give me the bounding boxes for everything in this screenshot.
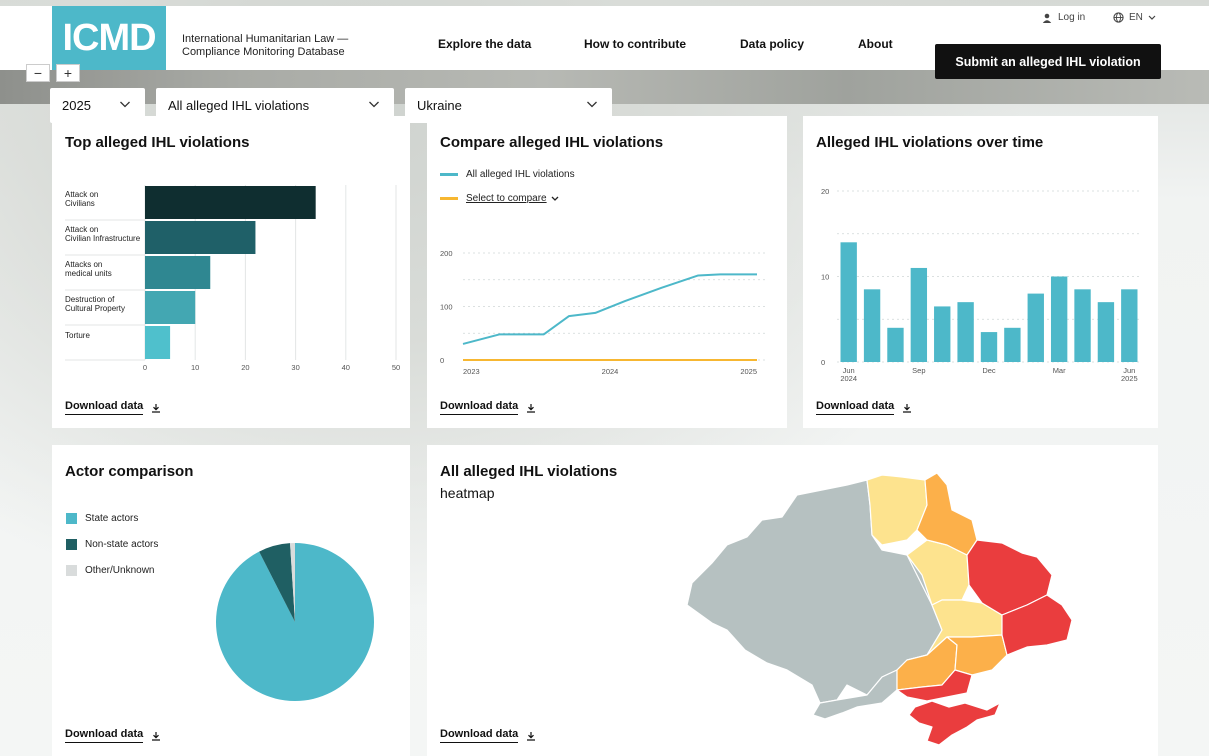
download-label: Download data <box>440 400 519 415</box>
x-tick-sublabel: 2025 <box>1121 374 1138 383</box>
y-tick-label: 20 <box>821 187 829 196</box>
download-label: Download data <box>65 400 144 415</box>
download-label: Download data <box>440 728 519 743</box>
compare-download[interactable]: Download data <box>440 400 536 415</box>
download-icon <box>152 403 161 413</box>
nav-data-policy[interactable]: Data policy <box>740 37 804 51</box>
bar <box>887 327 904 362</box>
heatmap-card: All alleged IHL violations heatmap Downl… <box>427 445 1158 756</box>
actor-pie-chart <box>216 543 375 701</box>
compare-card: Compare alleged IHL violations All alleg… <box>427 116 787 428</box>
login-label: Log in <box>1058 12 1086 23</box>
chevron-down-icon <box>587 101 597 108</box>
region-chernihiv[interactable] <box>866 474 928 546</box>
download-icon <box>903 403 912 413</box>
bar <box>1074 289 1091 362</box>
chevron-down-icon <box>120 101 130 108</box>
bar <box>145 256 211 289</box>
region-zaporizhzhia[interactable] <box>946 634 1008 676</box>
bar <box>145 326 171 359</box>
bar <box>1097 302 1115 362</box>
nav-about[interactable]: About <box>858 37 893 51</box>
x-tick-label: 0 <box>143 363 147 372</box>
bar <box>145 221 256 254</box>
bar <box>1050 276 1068 362</box>
bar <box>957 302 974 362</box>
chevron-down-icon <box>1148 15 1156 20</box>
x-tick-label: 20 <box>241 363 249 372</box>
zoom-in-button[interactable]: + <box>56 64 80 82</box>
user-icon <box>1042 13 1052 23</box>
category-label: Civilian Infrastructure <box>65 234 141 243</box>
y-tick-label: 200 <box>440 249 453 258</box>
x-tick-label: Dec <box>982 366 996 375</box>
language-label: EN <box>1129 12 1143 23</box>
zoom-out-button[interactable]: − <box>26 64 50 82</box>
download-label: Download data <box>816 400 895 415</box>
y-tick-label: 0 <box>821 358 825 367</box>
category-label: Civilians <box>65 199 95 208</box>
language-selector[interactable]: EN <box>1113 12 1156 23</box>
bar <box>145 186 316 219</box>
x-tick-label: 2024 <box>602 367 619 376</box>
globe-icon <box>1113 12 1124 23</box>
over-time-card: Alleged IHL violations over time 0 10 20 Ju… <box>803 116 1158 428</box>
icmd-logo[interactable]: ICMD <box>52 6 166 70</box>
bar <box>1121 289 1138 362</box>
bar <box>145 291 196 324</box>
y-tick-label: 100 <box>440 303 453 312</box>
site-tagline: International Humanitarian Law — Complia… <box>182 33 349 58</box>
category-label: Attacks on <box>65 260 102 269</box>
download-icon <box>152 731 161 741</box>
x-tick-label: 50 <box>392 363 400 372</box>
category-label: Cultural Property <box>65 304 125 313</box>
chevron-down-icon <box>369 101 379 108</box>
x-tick-label: Sep <box>912 366 925 375</box>
category-label: Attack on <box>65 225 98 234</box>
top-violations-chart: 0 10 20 30 40 50Attack onCiviliansAttack onCi… <box>65 185 400 372</box>
category-label: Destruction of <box>65 295 115 304</box>
x-tick-label: 2025 <box>740 367 757 376</box>
login-link[interactable]: Log in <box>1042 12 1085 23</box>
download-label: Download data <box>65 728 144 743</box>
region-crimea[interactable] <box>908 700 1001 746</box>
actor-download[interactable]: Download data <box>65 728 161 743</box>
bar <box>910 267 928 362</box>
over-time-download[interactable]: Download data <box>816 400 912 415</box>
x-tick-label: 10 <box>191 363 199 372</box>
download-icon <box>527 403 536 413</box>
country-select-value: Ukraine <box>417 98 462 113</box>
ukraine-heatmap[interactable] <box>427 445 1158 756</box>
bar <box>934 306 951 362</box>
year-select-value: 2025 <box>62 98 91 113</box>
bar <box>840 242 857 362</box>
heatmap-download[interactable]: Download data <box>440 728 536 743</box>
x-tick-label: 40 <box>342 363 350 372</box>
nav-explore-data[interactable]: Explore the data <box>438 37 531 51</box>
submit-violation-button[interactable]: Submit an alleged IHL violation <box>935 44 1161 79</box>
bar <box>863 289 881 362</box>
actor-card: Actor comparison State actors Non-state … <box>52 445 410 756</box>
bar <box>1004 327 1021 362</box>
y-tick-label: 0 <box>440 356 444 365</box>
category-label: medical units <box>65 269 112 278</box>
x-tick-sublabel: 2024 <box>840 374 857 383</box>
violation-type-select-value: All alleged IHL violations <box>168 98 310 113</box>
x-tick-label: 2023 <box>463 367 480 376</box>
top-violations-download[interactable]: Download data <box>65 400 161 415</box>
compare-chart: 0 100 200 2023 2024 2025 <box>440 249 767 376</box>
category-label: Torture <box>65 331 90 340</box>
category-label: Attack on <box>65 190 98 199</box>
bar <box>1027 293 1044 362</box>
y-tick-label: 10 <box>821 273 829 282</box>
top-violations-card: Top alleged IHL violations 0 10 20 30 40 50 At… <box>52 116 410 428</box>
x-tick-label: Mar <box>1053 366 1066 375</box>
x-tick-label: 30 <box>291 363 299 372</box>
over-time-chart: 01020Jun2024Sep Dec Mar Jun2025 <box>821 187 1141 383</box>
download-icon <box>527 731 536 741</box>
nav-how-to-contribute[interactable]: How to contribute <box>584 37 686 51</box>
bar <box>980 332 998 362</box>
